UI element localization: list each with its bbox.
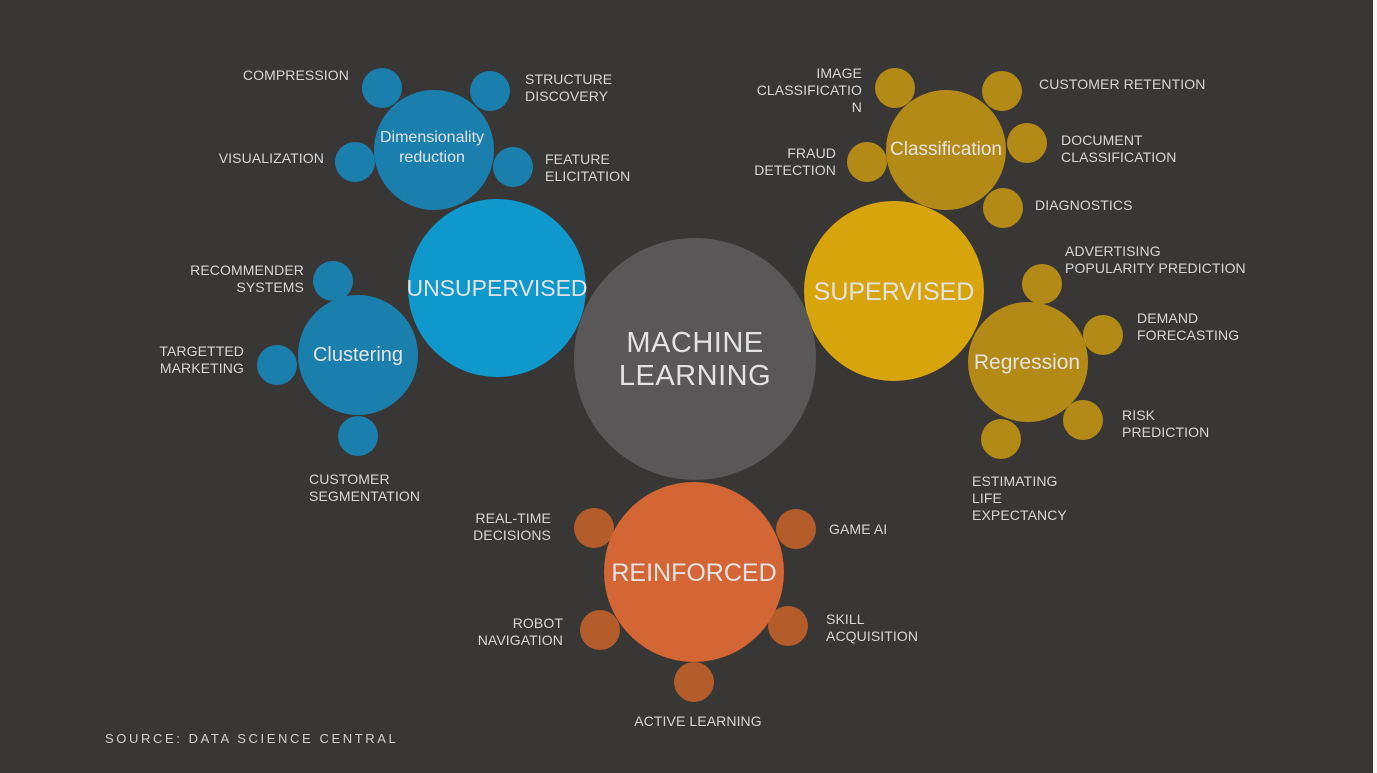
- visualization-node: [335, 142, 375, 182]
- active-learning-label: ACTIVE LEARNING: [634, 713, 762, 729]
- game-ai-node: [776, 509, 816, 549]
- skill-acquisition-label: SKILL ACQUISITION: [826, 611, 919, 644]
- feature-elicitation-label: FEATURE ELICITATION: [545, 151, 631, 184]
- fraud-detection-label: FRAUD DETECTION: [754, 145, 836, 178]
- structure-discovery-node: [470, 71, 510, 111]
- clustering-title: Clustering: [312, 344, 404, 366]
- customer-retention-label: CUSTOMER RETENTION: [1039, 76, 1206, 92]
- targetted-marketing-label: TARGETTED MARKETING: [159, 343, 244, 376]
- document-classification-label: DOCUMENT CLASSIFICATION: [1061, 132, 1177, 165]
- demand-forecasting-label: DEMAND FORECASTING: [1137, 310, 1240, 343]
- diagnostics-node: [983, 188, 1023, 228]
- supervised-title: SUPERVISED: [813, 278, 975, 306]
- structure-discovery-label: STRUCTURE DISCOVERY: [525, 71, 613, 104]
- real-time-decisions-node: [574, 508, 614, 548]
- demand-forecasting-node: [1083, 315, 1123, 355]
- recommender-systems-node: [313, 261, 353, 301]
- regression-title: Regression: [973, 351, 1081, 374]
- customer-retention-node: [982, 71, 1022, 111]
- robot-navigation-node: [580, 610, 620, 650]
- source-credit: SOURCE: DATA SCIENCE CENTRAL: [105, 731, 399, 746]
- right-edge-strip: [1373, 0, 1377, 773]
- reinforced-title: REINFORCED: [611, 559, 777, 587]
- advertising-popularity-label: ADVERTISING POPULARITY PREDICTION: [1065, 243, 1246, 276]
- diagram-canvas: MACHINE LEARNING UNSUPERVISED SUPERVISED…: [0, 0, 1377, 773]
- customer-segmentation-label: CUSTOMER SEGMENTATION: [309, 471, 421, 504]
- visualization-label: VISUALIZATION: [218, 150, 324, 166]
- active-learning-node: [674, 662, 714, 702]
- risk-prediction-node: [1063, 400, 1103, 440]
- real-time-decisions-label: REAL-TIME DECISIONS: [473, 510, 551, 543]
- diagnostics-label: DIAGNOSTICS: [1035, 197, 1133, 213]
- estimating-life-expectancy-node: [981, 419, 1021, 459]
- image-classification-label: IMAGE CLASSIFICATIO N: [756, 65, 862, 115]
- compression-label: COMPRESSION: [242, 67, 349, 83]
- compression-node: [362, 68, 402, 108]
- game-ai-label: GAME AI: [829, 521, 888, 537]
- customer-segmentation-node: [338, 416, 378, 456]
- dimensionality-reduction-title: Dimensionality reduction: [379, 129, 485, 166]
- estimating-life-expectancy-label: ESTIMATING LIFE EXPECTANCY: [972, 473, 1067, 523]
- document-classification-node: [1007, 123, 1047, 163]
- image-classification-node: [875, 68, 915, 108]
- center-title: MACHINE LEARNING: [618, 327, 772, 392]
- robot-navigation-label: ROBOT NAVIGATION: [477, 615, 563, 648]
- fraud-detection-node: [847, 142, 887, 182]
- unsupervised-title: UNSUPERVISED: [406, 275, 588, 301]
- targetted-marketing-node: [257, 345, 297, 385]
- recommender-systems-label: RECOMMENDER SYSTEMS: [190, 262, 304, 295]
- feature-elicitation-node: [493, 147, 533, 187]
- advertising-popularity-node: [1022, 264, 1062, 304]
- risk-prediction-label: RISK PREDICTION: [1122, 407, 1210, 440]
- classification-title: Classification: [890, 139, 1002, 160]
